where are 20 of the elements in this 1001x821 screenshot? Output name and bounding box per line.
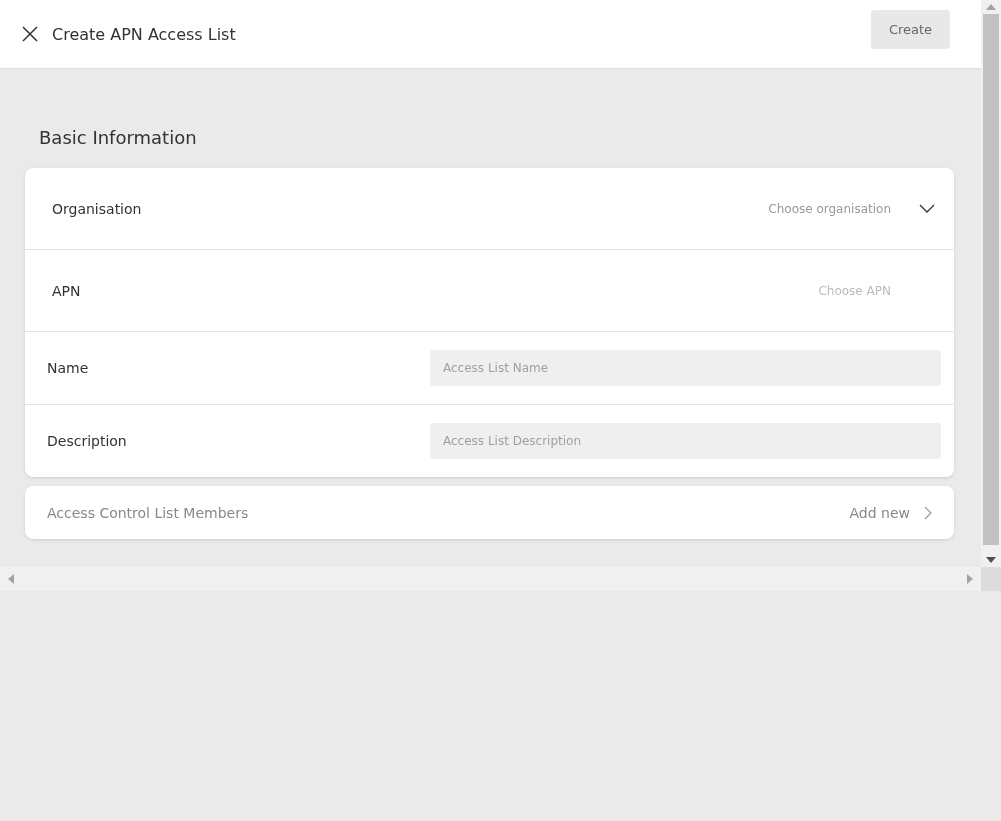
select-field[interactable]: Choose organisation <box>768 201 891 216</box>
section-title: Basic Information <box>39 127 198 148</box>
close-icon[interactable] <box>22 26 38 42</box>
members-label: Access Control List Members <box>47 504 250 521</box>
vertical-scrollbar[interactable] <box>981 0 1001 567</box>
scroll-down-arrow-icon[interactable] <box>986 557 996 563</box>
scroll-right-arrow-icon[interactable] <box>967 574 973 584</box>
input-field[interactable]: Access List Name <box>430 350 941 386</box>
field-label: Description <box>47 433 128 449</box>
field-label: APN <box>52 282 82 299</box>
scroll-up-arrow-icon[interactable] <box>986 4 996 10</box>
chevron-down-icon <box>919 204 935 213</box>
chevron-right-icon <box>924 505 932 520</box>
input-field[interactable]: Access List Description <box>430 423 941 459</box>
field-label: Name <box>47 360 90 376</box>
horizontal-scrollbar[interactable] <box>0 567 981 591</box>
page-title: Create APN Access List <box>52 24 237 44</box>
add-new-link[interactable]: Add new <box>849 504 910 521</box>
scroll-left-arrow-icon[interactable] <box>8 574 14 584</box>
field-label: Organisation <box>52 200 143 217</box>
